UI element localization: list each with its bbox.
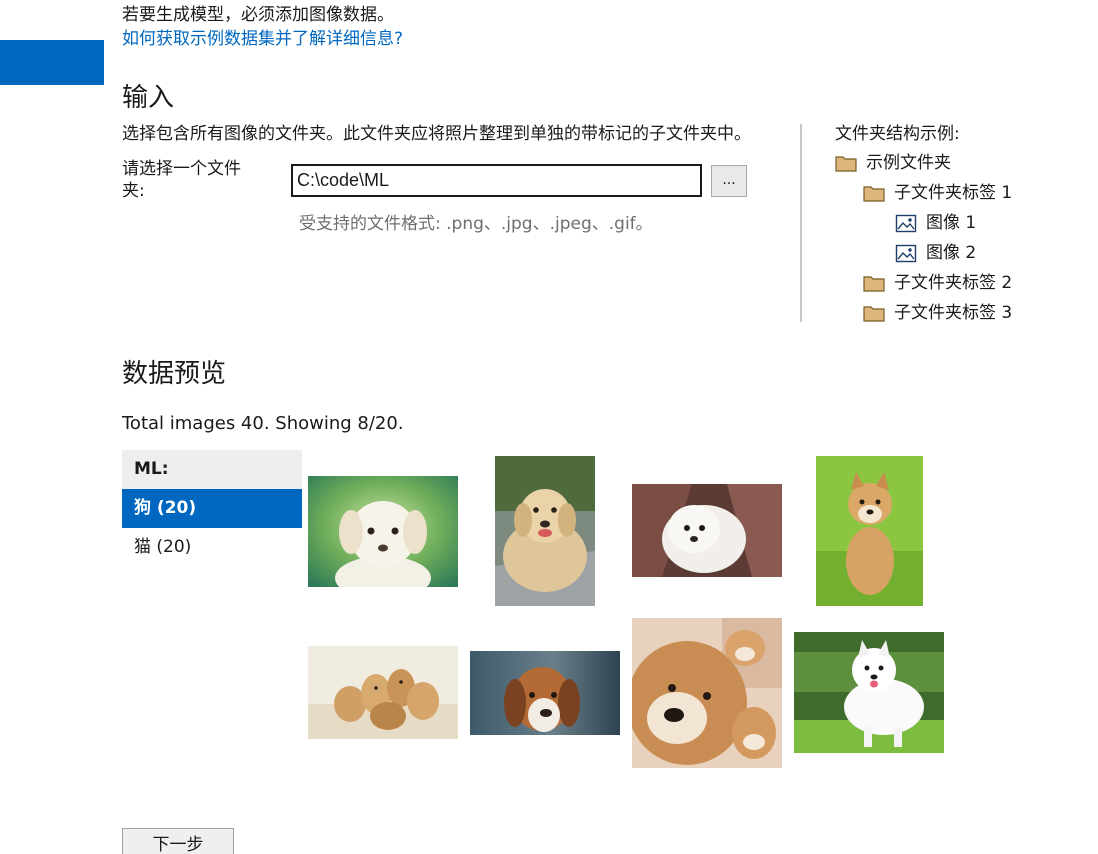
tree-item-label: 子文件夹标签 3 [894, 303, 1013, 323]
dog-image-3[interactable] [632, 484, 782, 577]
tree-item-label: 子文件夹标签 1 [894, 183, 1013, 203]
label-list-header: ML: [122, 450, 302, 489]
input-section-title: 输入 [122, 83, 175, 113]
folder-structure-title: 文件夹结构示例: [835, 124, 960, 144]
label-item-dog[interactable]: 狗 (20) [122, 489, 302, 528]
dog-image-5[interactable] [308, 646, 458, 739]
folder-icon [863, 305, 885, 322]
dog-image-4[interactable] [816, 456, 923, 606]
tree-item-image-1: 图像 1 [895, 212, 976, 234]
dog-image-1[interactable] [308, 476, 458, 587]
model-builder-page: 若要生成模型，必须添加图像数据。 如何获取示例数据集并了解详细信息? 输入 选择… [0, 0, 1098, 854]
dog-image-6[interactable] [470, 651, 620, 735]
tree-item-label: 图像 2 [926, 243, 977, 263]
folder-icon [863, 275, 885, 292]
label-list: ML: 狗 (20) 猫 (20) [122, 450, 302, 567]
next-step-button[interactable]: 下一步 [122, 828, 234, 854]
image-count-summary: Total images 40. Showing 8/20. [122, 413, 404, 434]
folder-icon [863, 185, 885, 202]
tree-item-label: 图像 1 [926, 213, 977, 233]
label-item-cat[interactable]: 猫 (20) [122, 528, 302, 567]
vertical-divider [800, 124, 802, 322]
dog-image-2[interactable] [495, 456, 595, 606]
tree-item-subfolder-1: 子文件夹标签 1 [863, 182, 1012, 204]
folder-field-label: 请选择一个文件夹: [122, 159, 241, 201]
image-icon [895, 244, 917, 262]
tree-item-subfolder-3: 子文件夹标签 3 [863, 302, 1012, 324]
folder-icon [835, 155, 857, 172]
supported-formats-hint: 受支持的文件格式: .png、.jpg、.jpeg、.gif。 [299, 214, 653, 234]
sample-dataset-link[interactable]: 如何获取示例数据集并了解详细信息? [122, 28, 403, 50]
dog-image-8[interactable] [794, 632, 944, 753]
dog-image-7[interactable] [632, 618, 782, 768]
image-icon [895, 214, 917, 232]
browse-folder-button[interactable]: ... [711, 165, 747, 197]
tree-item-image-2: 图像 2 [895, 242, 976, 264]
input-description: 选择包含所有图像的文件夹。此文件夹应将照片整理到单独的带标记的子文件夹中。 [122, 124, 751, 144]
data-preview-title: 数据预览 [122, 359, 227, 389]
tree-item-subfolder-2: 子文件夹标签 2 [863, 272, 1012, 294]
tree-item-sample-folder: 示例文件夹 [835, 152, 951, 174]
tree-item-label: 子文件夹标签 2 [894, 273, 1013, 293]
nav-selection-indicator [0, 40, 104, 85]
folder-path-input[interactable] [291, 164, 702, 197]
tree-item-label: 示例文件夹 [866, 153, 951, 173]
image-required-note: 若要生成模型，必须添加图像数据。 [122, 5, 394, 25]
